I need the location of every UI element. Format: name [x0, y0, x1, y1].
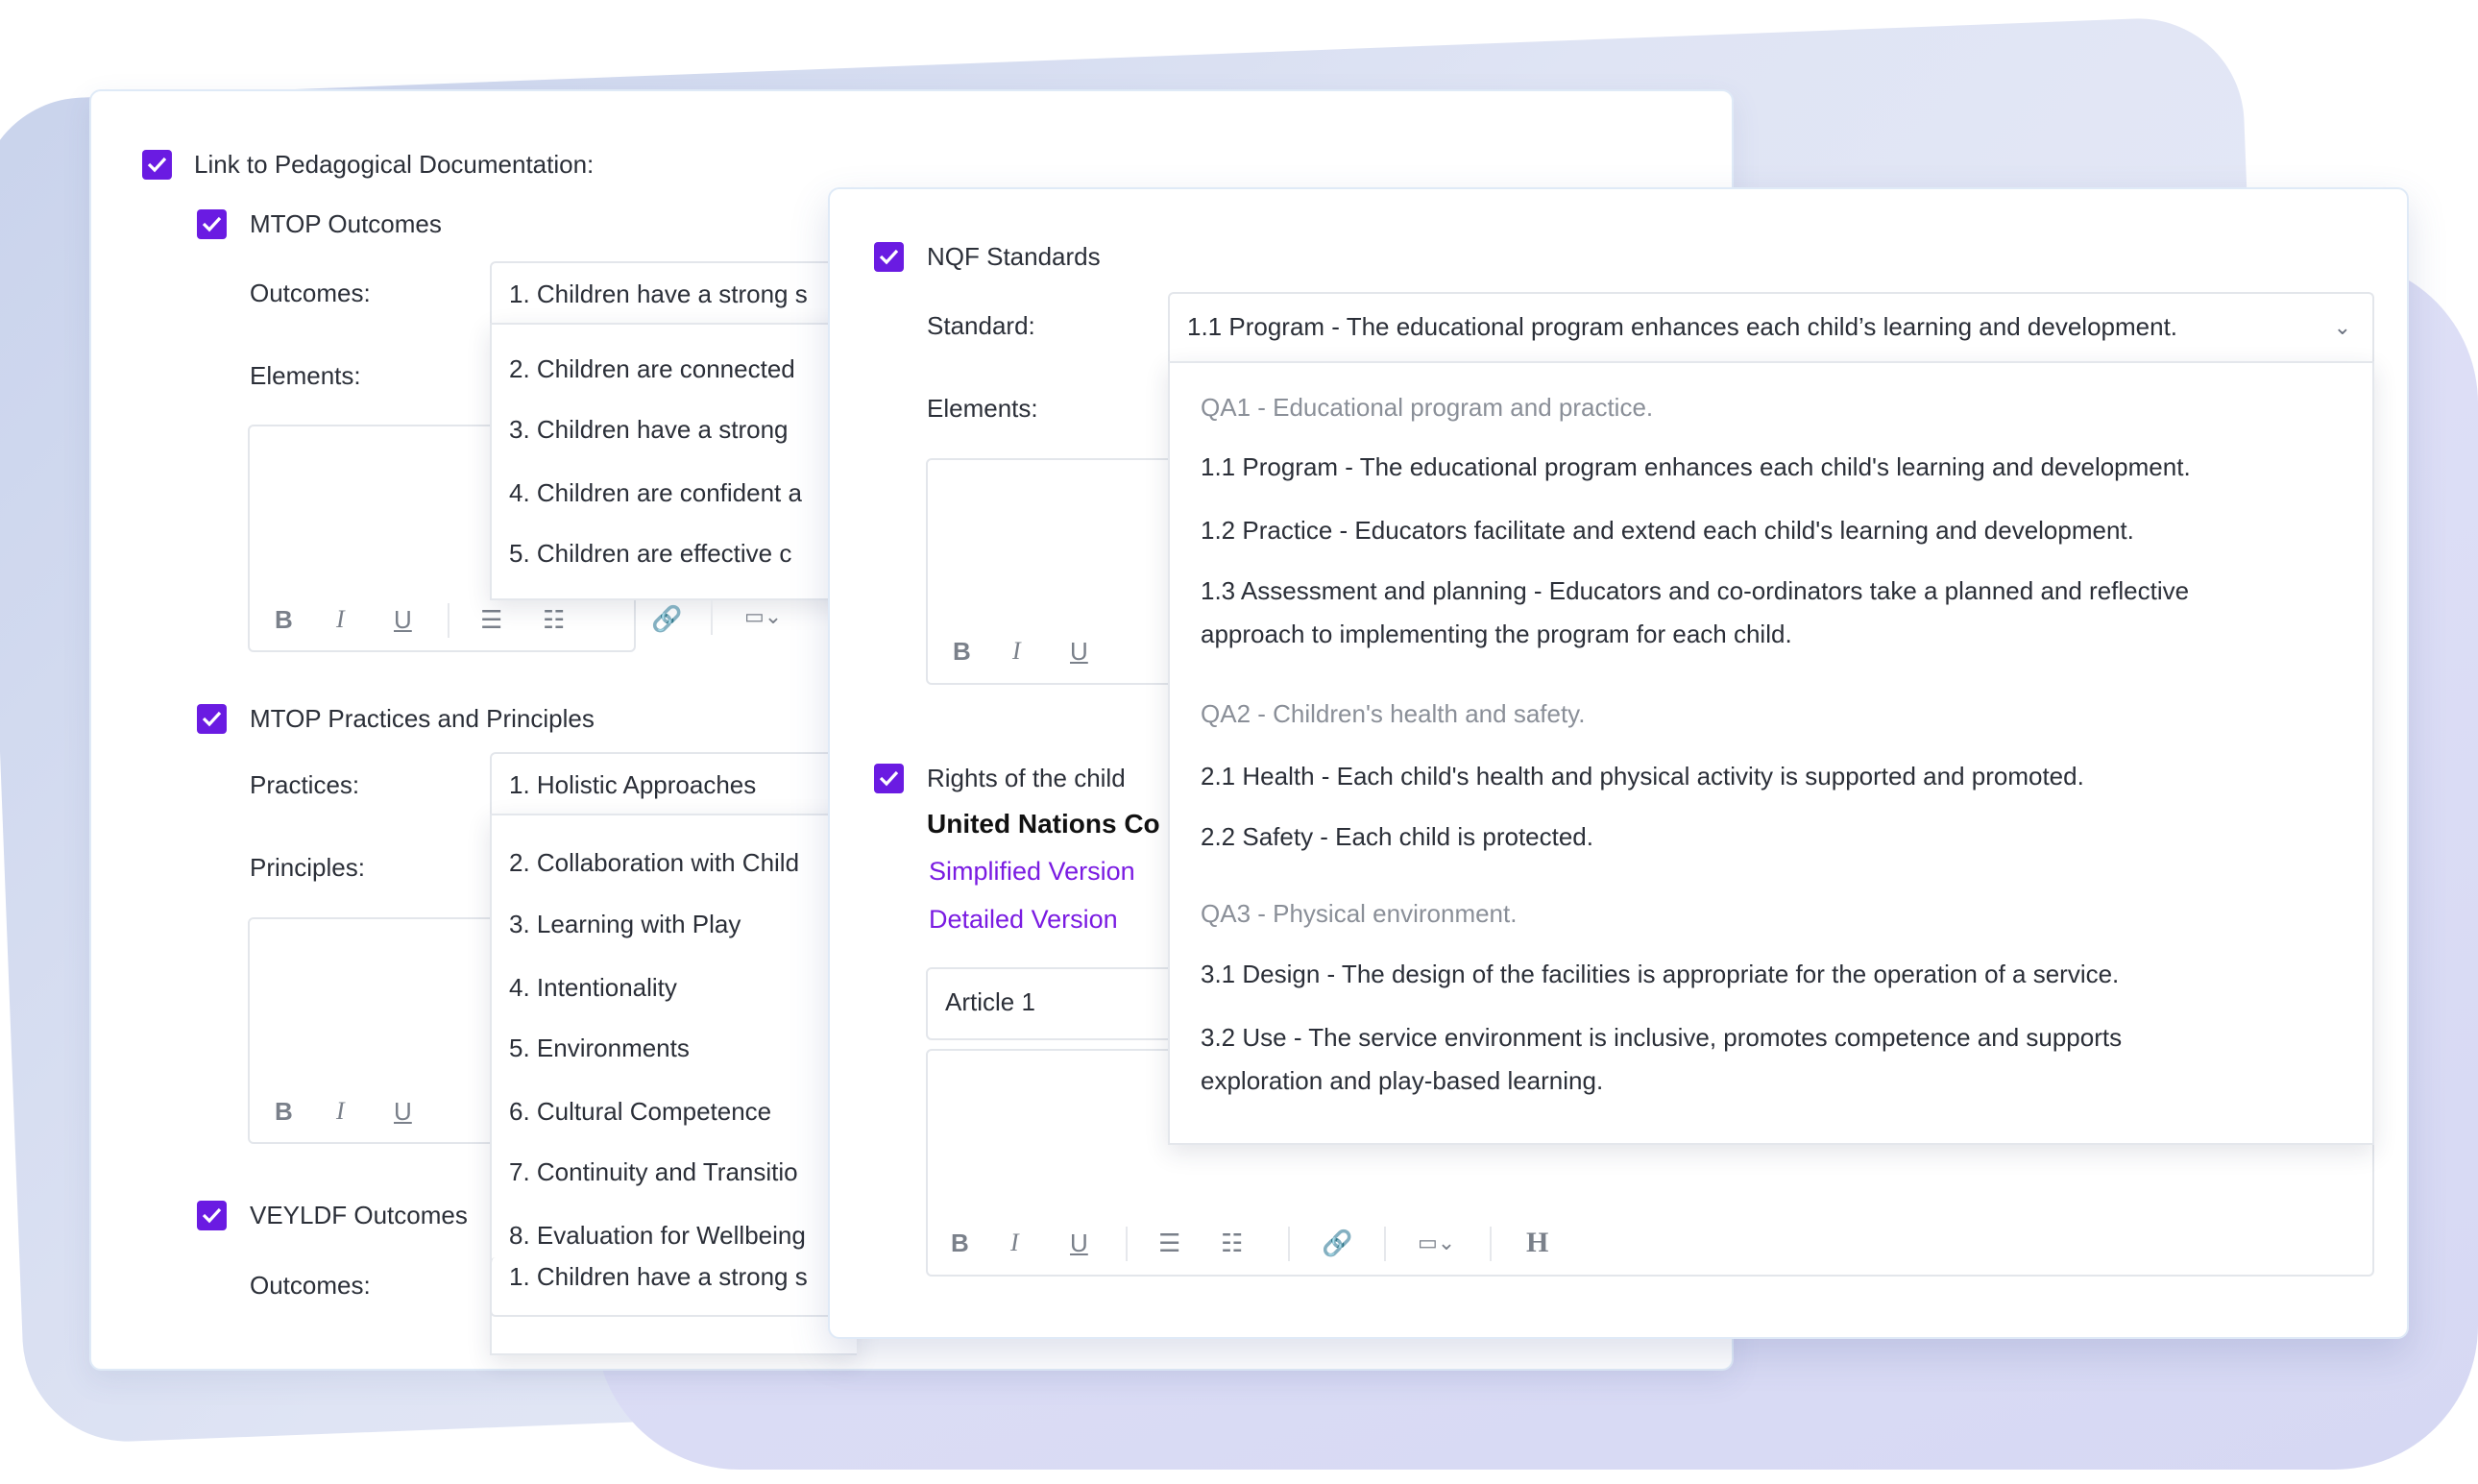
- list-item[interactable]: 1.1 Program - The educational program en…: [1201, 451, 2191, 482]
- underline-icon[interactable]: U: [394, 1097, 412, 1127]
- mtop-outcomes-checkbox[interactable]: [197, 209, 227, 239]
- bold-icon[interactable]: B: [951, 1229, 969, 1258]
- un-convention-title: United Nations Co: [927, 809, 1160, 839]
- list-item[interactable]: 3.2 Use - The service environment is inc…: [1201, 1022, 2122, 1053]
- underline-icon[interactable]: U: [1070, 1229, 1088, 1258]
- veyldf-outcomes-selected: 1. Children have a strong s: [509, 1262, 808, 1291]
- standard-selected: 1.1 Program - The educational program en…: [1187, 312, 2178, 341]
- italic-icon[interactable]: I: [336, 1097, 345, 1126]
- rights-of-child-label: Rights of the child: [927, 764, 1126, 792]
- veyldf-outcomes-select[interactable]: 1. Children have a strong s: [490, 1257, 859, 1317]
- underline-icon[interactable]: U: [394, 605, 412, 635]
- italic-icon[interactable]: I: [1012, 637, 1021, 666]
- mtop-practices-label: MTOP Practices and Principles: [250, 704, 595, 733]
- toolbar-separator: [448, 603, 449, 638]
- rights-of-child-checkbox[interactable]: [874, 764, 904, 793]
- chevron-down-icon[interactable]: ⌄: [2334, 315, 2351, 340]
- list-item[interactable]: 2.2 Safety - Each child is protected.: [1201, 821, 1593, 852]
- toolbar-separator: [711, 600, 713, 635]
- italic-icon[interactable]: I: [1010, 1229, 1019, 1257]
- bullet-list-icon[interactable]: ☷: [543, 605, 565, 635]
- list-item[interactable]: 2.1 Health - Each child's health and phy…: [1201, 761, 2084, 791]
- bold-icon[interactable]: B: [275, 605, 293, 635]
- principles-label: Principles:: [250, 853, 365, 882]
- mtop-outcomes-selected: 1. Children have a strong s: [509, 280, 808, 308]
- veyldf-outcomes-field-label: Outcomes:: [250, 1271, 371, 1300]
- group-title: QA1 - Educational program and practice.: [1201, 393, 1654, 422]
- list-item[interactable]: 3. Learning with Play: [509, 909, 741, 939]
- toolbar-separator: [1288, 1227, 1290, 1261]
- underline-icon[interactable]: U: [1070, 637, 1088, 667]
- practices-label: Practices:: [250, 770, 360, 799]
- nqf-standards-checkbox[interactable]: [874, 242, 904, 272]
- heading-icon[interactable]: H: [1526, 1227, 1548, 1259]
- veyldf-outcomes-checkbox[interactable]: [197, 1201, 227, 1230]
- list-item[interactable]: 3. Children have a strong: [509, 414, 789, 445]
- toolbar-separator: [1490, 1227, 1492, 1261]
- outcomes-label: Outcomes:: [250, 279, 371, 307]
- mtop-outcomes-label: MTOP Outcomes: [250, 209, 442, 238]
- detailed-version-link[interactable]: Detailed Version: [929, 905, 1118, 935]
- nqf-standards-label: NQF Standards: [927, 242, 1101, 271]
- elements-label: Elements:: [250, 361, 361, 390]
- bold-icon[interactable]: B: [953, 637, 971, 667]
- toolbar-separator: [1126, 1227, 1128, 1261]
- ordered-list-icon[interactable]: ☰: [1158, 1229, 1180, 1258]
- bold-icon[interactable]: B: [275, 1097, 293, 1127]
- mtop-outcomes-select[interactable]: 1. Children have a strong s: [490, 261, 859, 325]
- mtop-practices-checkbox[interactable]: [197, 704, 227, 734]
- list-item[interactable]: 1.3 Assessment and planning - Educators …: [1201, 575, 2189, 606]
- list-item[interactable]: 5. Children are effective c: [509, 538, 791, 569]
- link-documentation-checkbox[interactable]: [142, 150, 172, 180]
- ordered-list-icon[interactable]: ☰: [480, 605, 502, 635]
- standard-label: Standard:: [927, 311, 1035, 340]
- image-insert-icon[interactable]: ▭⌄: [1418, 1230, 1455, 1255]
- list-item[interactable]: 7. Continuity and Transitio: [509, 1156, 798, 1187]
- list-item[interactable]: 6. Cultural Competence: [509, 1096, 771, 1127]
- list-item[interactable]: 4. Intentionality: [509, 972, 677, 1003]
- mtop-outcomes-dropdown: 2. Children are connected 3. Children ha…: [490, 323, 857, 600]
- group-title: QA2 - Children's health and safety.: [1201, 699, 1586, 728]
- standard-dropdown: QA1 - Educational program and practice. …: [1168, 361, 2374, 1145]
- link-icon[interactable]: 🔗: [651, 604, 682, 634]
- list-item[interactable]: 5. Environments: [509, 1033, 690, 1063]
- italic-icon[interactable]: I: [336, 605, 345, 634]
- simplified-version-link[interactable]: Simplified Version: [929, 857, 1135, 887]
- veyldf-outcomes-label: VEYLDF Outcomes: [250, 1201, 468, 1229]
- bullet-list-icon[interactable]: ☷: [1221, 1229, 1243, 1258]
- list-item[interactable]: 2. Collaboration with Child: [509, 847, 799, 878]
- list-item[interactable]: 3.1 Design - The design of the facilitie…: [1201, 959, 2119, 989]
- nqf-standards-panel: NQF Standards Standard: Elements: B I U …: [828, 187, 2409, 1339]
- mtop-practices-selected: 1. Holistic Approaches: [509, 770, 757, 799]
- list-item[interactable]: 2. Children are connected: [509, 353, 795, 384]
- list-item[interactable]: 4. Children are confident a: [509, 477, 802, 508]
- list-item-continuation[interactable]: approach to implementing the program for…: [1201, 619, 1792, 649]
- article-selected: Article 1: [945, 987, 1035, 1016]
- link-icon[interactable]: 🔗: [1322, 1229, 1352, 1258]
- list-item[interactable]: 8. Evaluation for Wellbeing: [509, 1220, 806, 1251]
- list-item-continuation[interactable]: exploration and play-based learning.: [1201, 1065, 1603, 1096]
- link-documentation-label: Link to Pedagogical Documentation:: [194, 150, 595, 179]
- standard-select[interactable]: 1.1 Program - The educational program en…: [1168, 292, 2374, 363]
- group-title: QA3 - Physical environment.: [1201, 899, 1518, 928]
- toolbar-separator: [1384, 1227, 1386, 1261]
- list-item[interactable]: 1.2 Practice - Educators facilitate and …: [1201, 515, 2134, 546]
- image-insert-icon[interactable]: ▭⌄: [744, 604, 782, 629]
- elements-label: Elements:: [927, 394, 1038, 423]
- mtop-practices-select[interactable]: 1. Holistic Approaches: [490, 752, 859, 815]
